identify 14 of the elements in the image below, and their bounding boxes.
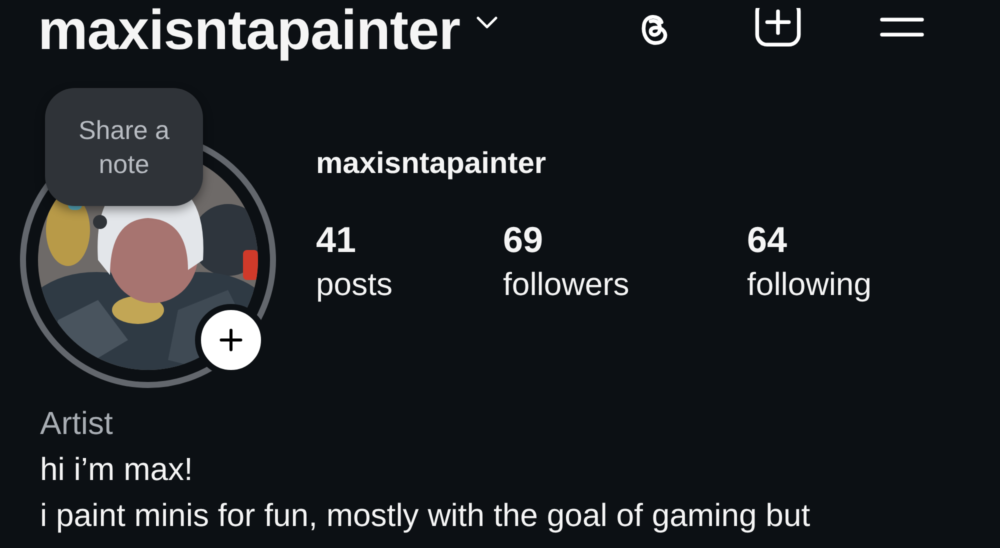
stat-label[interactable]: followers (503, 260, 630, 308)
stat-label[interactable]: following (747, 260, 872, 308)
stat-label[interactable]: posts (316, 260, 392, 308)
chevron-down-icon[interactable] (476, 16, 498, 30)
note-prompt: Share a note (77, 114, 171, 181)
profile-category: Artist (40, 404, 114, 443)
username: maxisntapainter (316, 146, 548, 182)
bio-text: hi i’m max! (40, 450, 194, 489)
bio-text: i paint minis for fun, mostly with the goal of gaming but (40, 496, 812, 535)
stat-count[interactable]: 41 (316, 220, 356, 260)
share-note-tooltip[interactable]: Share a note (45, 88, 203, 206)
stat-count[interactable]: 64 (747, 220, 788, 260)
plus-icon (218, 327, 244, 353)
stat-count[interactable]: 69 (503, 220, 544, 260)
